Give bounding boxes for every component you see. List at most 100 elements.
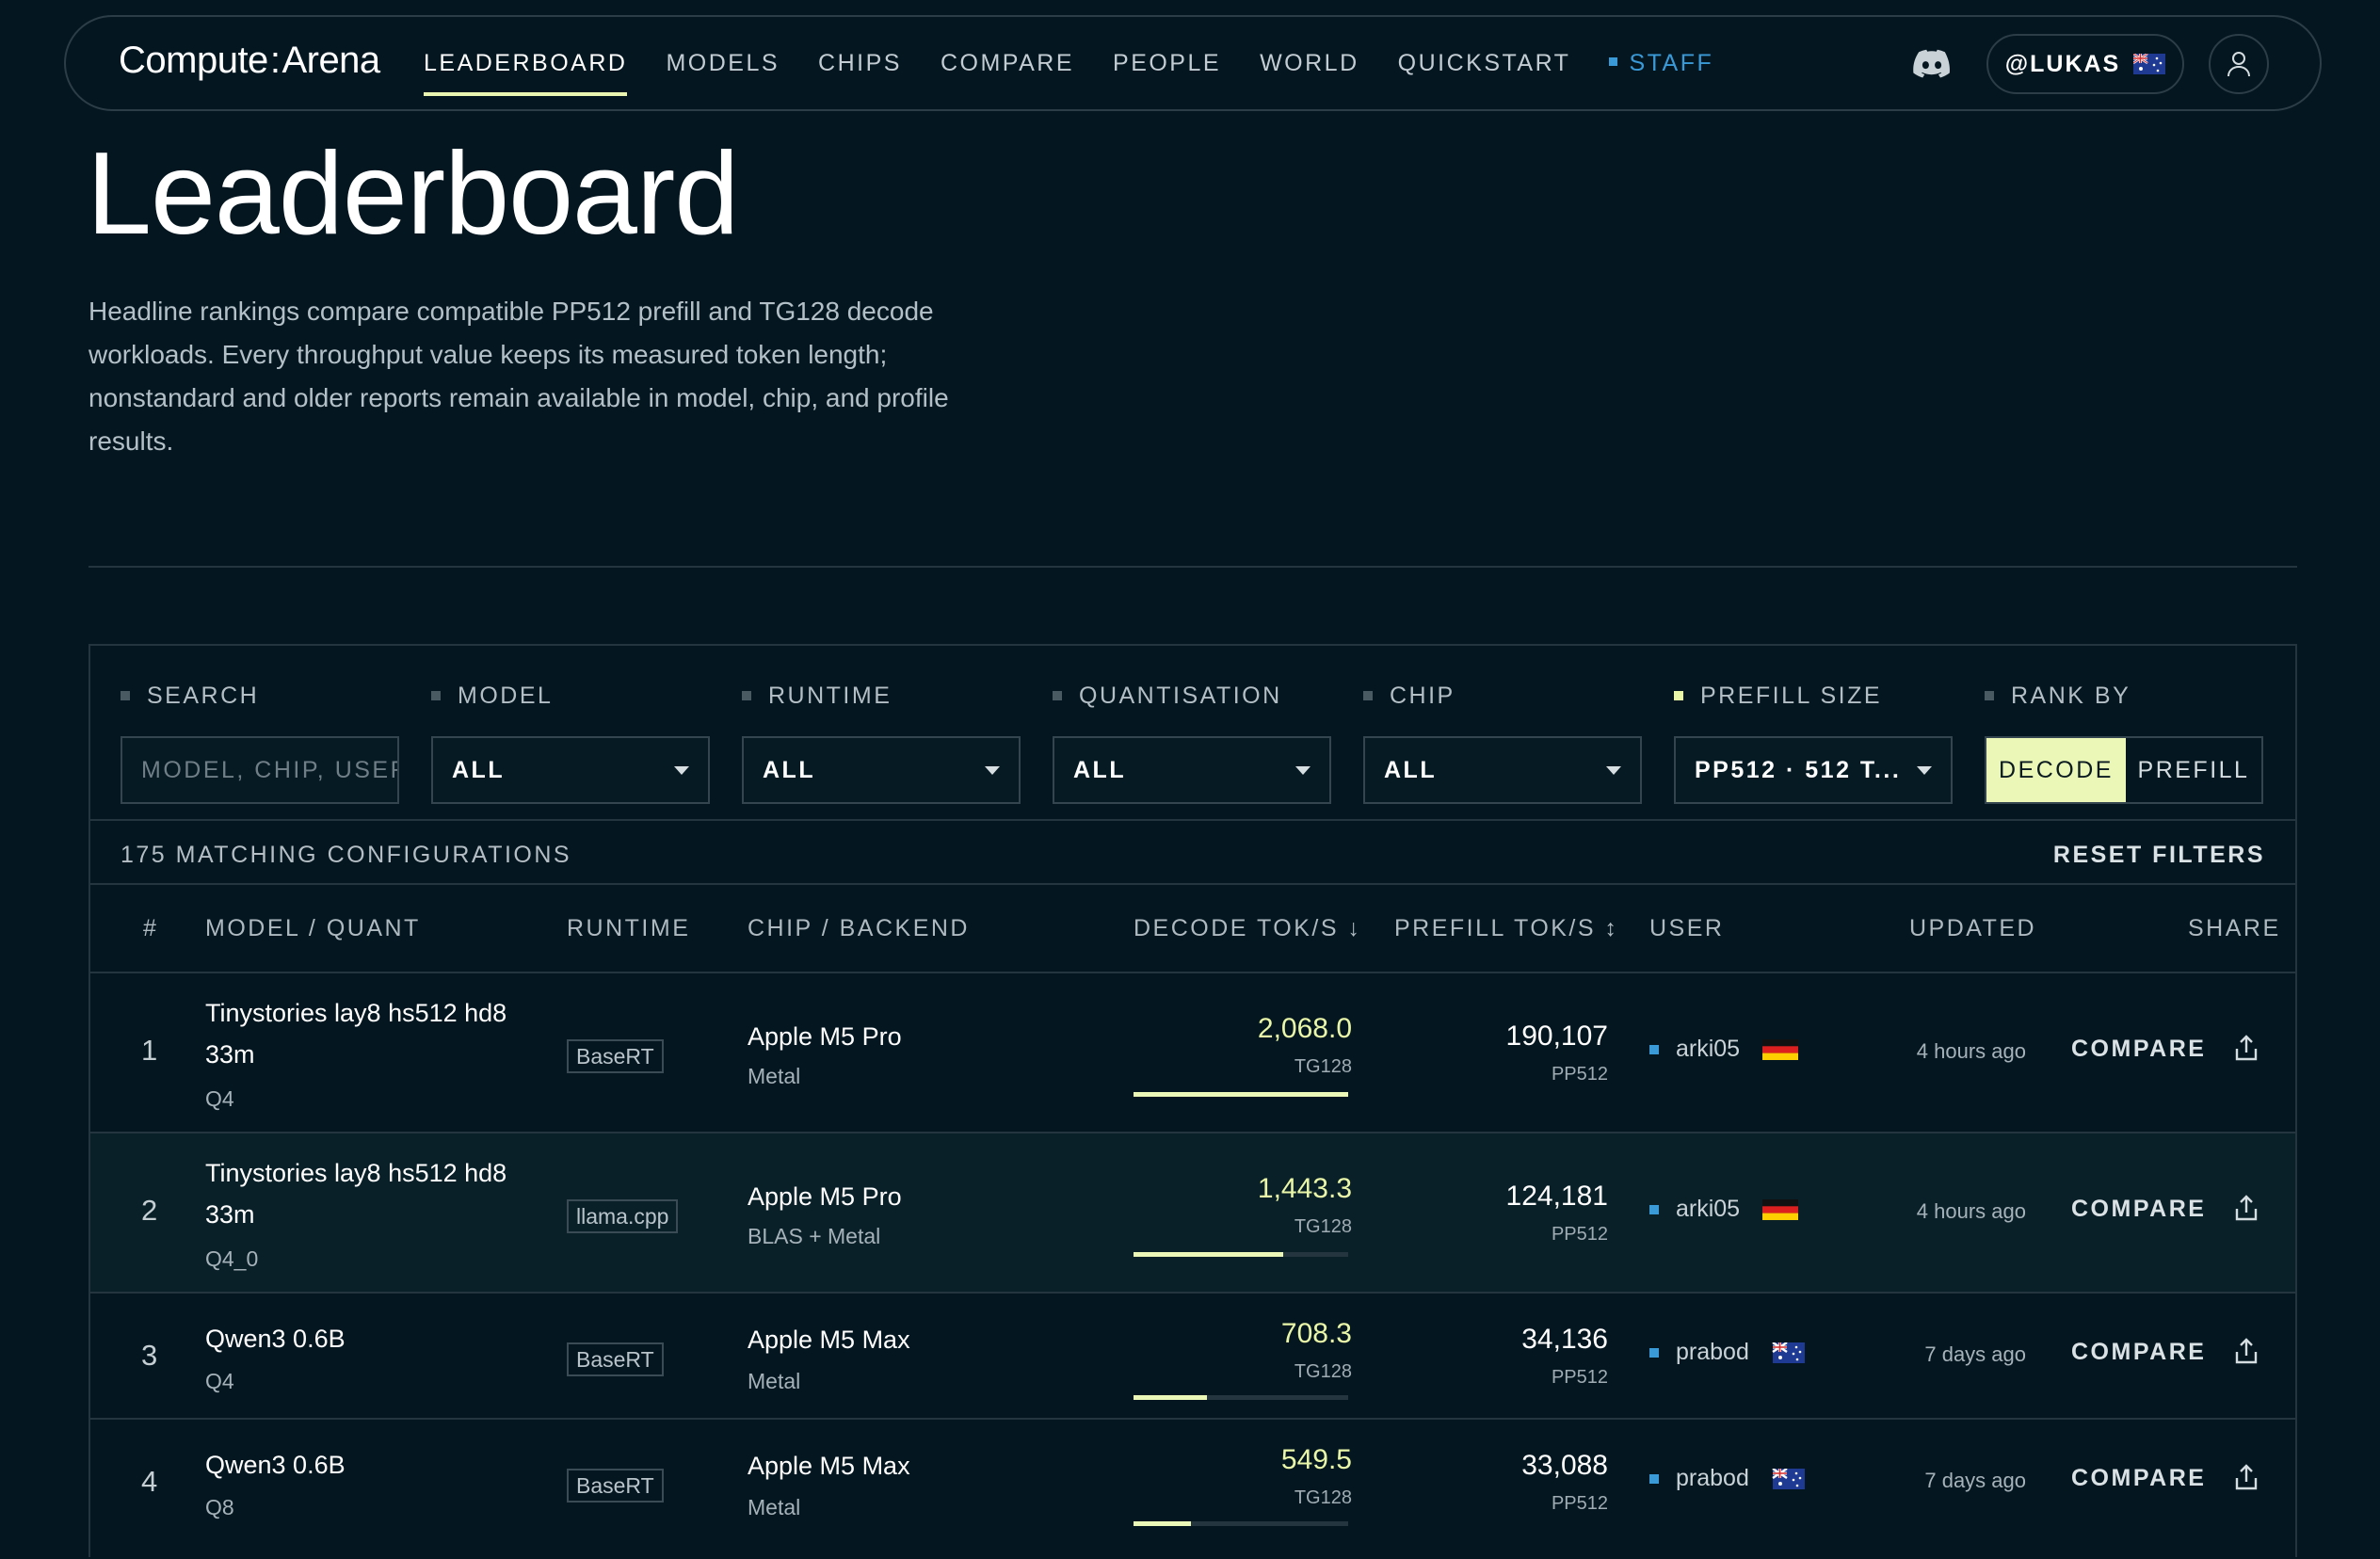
row-user[interactable]: arki05 (1649, 1196, 1799, 1223)
nav-link-leaderboard[interactable]: LEADERBOARD (424, 50, 628, 96)
chevron-down-icon (1917, 766, 1932, 775)
logo-arena: Arena (281, 40, 380, 81)
row-model-line-1: Tinystories lay8 hs512 hd8 (205, 999, 507, 1027)
search-input[interactable]: MODEL, CHIP, USER (121, 736, 399, 804)
nav-link-world[interactable]: WORLD (1260, 50, 1359, 77)
chip-select[interactable]: ALL (1363, 736, 1642, 804)
germany-flag-icon (1762, 1038, 1799, 1060)
row-rank: 2 (141, 1194, 158, 1227)
user-dot-icon (1649, 1044, 1659, 1054)
runtime-select[interactable]: ALL (742, 736, 1021, 804)
column-decode[interactable]: DECODE TOK/S ↓ (1134, 915, 1361, 942)
row-username: arki05 (1676, 1196, 1741, 1222)
model-select-value: ALL (452, 756, 506, 783)
column-runtime: RUNTIME (567, 915, 691, 941)
nav-link-staff[interactable]: STAFF (1609, 50, 1713, 77)
row-model-name[interactable]: Tinystories lay8 hs512 hd8 33m (205, 1152, 516, 1235)
row-compare-button[interactable]: COMPARE (2071, 1465, 2206, 1492)
row-quant: Q4 (205, 1369, 234, 1393)
row-model-line-1: Qwen3 0.6B (205, 1325, 346, 1353)
share-icon[interactable] (2233, 1337, 2259, 1365)
row-compare-button[interactable]: COMPARE (2071, 1196, 2206, 1223)
filter-label-runtime: RUNTIME (742, 680, 1021, 712)
filter-label-rank-by: RANK BY (1985, 680, 2263, 712)
staff-label: STAFF (1629, 49, 1714, 76)
row-username: prabod (1676, 1465, 1749, 1491)
row-decode-unit: TG128 (1294, 1361, 1352, 1382)
decode-bar (1134, 1395, 1348, 1400)
prefill-size-label: PREFILL SIZE (1700, 682, 1883, 709)
row-user[interactable]: prabod (1649, 1339, 1806, 1366)
filter-model: MODEL ALL (431, 680, 710, 804)
nav-links: LEADERBOARD MODELS CHIPS COMPARE PEOPLE … (424, 17, 1752, 109)
logo-compute: Compute (119, 40, 268, 81)
nav-link-people[interactable]: PEOPLE (1113, 50, 1221, 77)
filter-label-search: SEARCH (121, 680, 399, 712)
chip-select-value: ALL (1384, 756, 1438, 783)
user-menu-button[interactable]: @LUKAS (1986, 34, 2184, 94)
share-icon[interactable] (2233, 1034, 2259, 1062)
rank-by-label: RANK BY (2011, 682, 2131, 709)
logo[interactable]: Compute:Arena (119, 40, 380, 82)
bullet-icon (742, 691, 751, 700)
nav-link-compare[interactable]: COMPARE (941, 50, 1074, 77)
nav-link-models[interactable]: MODELS (666, 50, 780, 77)
bullet-icon (431, 691, 441, 700)
filter-label-model: MODEL (431, 680, 710, 712)
rank-by-decode-button[interactable]: DECODE (1986, 738, 2126, 802)
divider (88, 566, 2297, 568)
prefill-size-select-value: PP512 · 512 T... (1695, 756, 1902, 783)
row-chip[interactable]: Apple M5 Pro (748, 1182, 902, 1212)
user-dot-icon (1649, 1347, 1659, 1358)
bullet-icon (1674, 691, 1683, 700)
discord-icon[interactable] (1913, 49, 1951, 79)
decode-bar-fill (1134, 1092, 1348, 1097)
row-user[interactable]: arki05 (1649, 1036, 1799, 1063)
model-label: MODEL (458, 682, 554, 709)
table-row[interactable]: 2 Tinystories lay8 hs512 hd8 33m Q4_0 lla… (90, 1133, 2295, 1294)
user-dot-icon (1649, 1473, 1659, 1484)
row-model-name[interactable]: Tinystories lay8 hs512 hd8 33m (205, 992, 516, 1075)
column-prefill[interactable]: PREFILL TOK/S ↕ (1394, 915, 1619, 942)
page-description: Headline rankings compare compatible PP5… (88, 297, 949, 456)
reset-filters-button[interactable]: RESET FILTERS (2053, 842, 2265, 869)
filter-label-chip: CHIP (1363, 680, 1642, 712)
row-prefill-value: 33,088 (1521, 1450, 1608, 1481)
row-backend: Metal (748, 1369, 801, 1393)
profile-button[interactable] (2209, 34, 2269, 94)
chevron-down-icon (674, 766, 689, 775)
row-chip[interactable]: Apple M5 Max (748, 1452, 910, 1481)
australia-flag-icon (1772, 1342, 1805, 1363)
share-icon[interactable] (2233, 1194, 2259, 1222)
row-decode-value: 549.5 (1280, 1444, 1352, 1475)
row-username: prabod (1676, 1339, 1749, 1365)
table-header: # MODEL / QUANT RUNTIME CHIP / BACKEND D… (90, 885, 2295, 973)
row-user[interactable]: prabod (1649, 1465, 1806, 1492)
row-chip[interactable]: Apple M5 Max (748, 1326, 910, 1355)
table-row[interactable]: 3 Qwen3 0.6B Q4 BaseRT Apple M5 Max Meta… (90, 1294, 2295, 1420)
row-model-name[interactable]: Qwen3 0.6B (205, 1444, 516, 1486)
row-decode-unit: TG128 (1294, 1216, 1352, 1237)
row-runtime-badge: BaseRT (567, 1342, 664, 1376)
row-model-name[interactable]: Qwen3 0.6B (205, 1318, 516, 1359)
row-compare-button[interactable]: COMPARE (2071, 1036, 2206, 1063)
row-rank: 1 (141, 1034, 158, 1067)
table-row[interactable]: 4 Qwen3 0.6B Q8 BaseRT Apple M5 Max Meta… (90, 1420, 2295, 1559)
row-chip[interactable]: Apple M5 Pro (748, 1022, 902, 1052)
row-backend: Metal (748, 1064, 801, 1088)
table-row[interactable]: 1 Tinystories lay8 hs512 hd8 33m Q4 BaseR… (90, 973, 2295, 1133)
share-icon[interactable] (2233, 1463, 2259, 1491)
chevron-down-icon (1606, 766, 1621, 775)
row-updated: 4 hours ago (1916, 1039, 2026, 1063)
prefill-size-select[interactable]: PP512 · 512 T... (1674, 736, 1953, 804)
nav-link-chips[interactable]: CHIPS (818, 50, 902, 77)
rank-by-prefill-button[interactable]: PREFILL (2126, 738, 2261, 802)
row-compare-button[interactable]: COMPARE (2071, 1339, 2206, 1366)
quantisation-select-value: ALL (1073, 756, 1127, 783)
quantisation-select[interactable]: ALL (1053, 736, 1331, 804)
model-select[interactable]: ALL (431, 736, 710, 804)
filter-search: SEARCH MODEL, CHIP, USER (121, 680, 399, 804)
nav-link-quickstart[interactable]: QUICKSTART (1398, 50, 1571, 77)
row-decode-value: 2,068.0 (1257, 1013, 1352, 1044)
row-quant: Q4_0 (205, 1246, 259, 1271)
